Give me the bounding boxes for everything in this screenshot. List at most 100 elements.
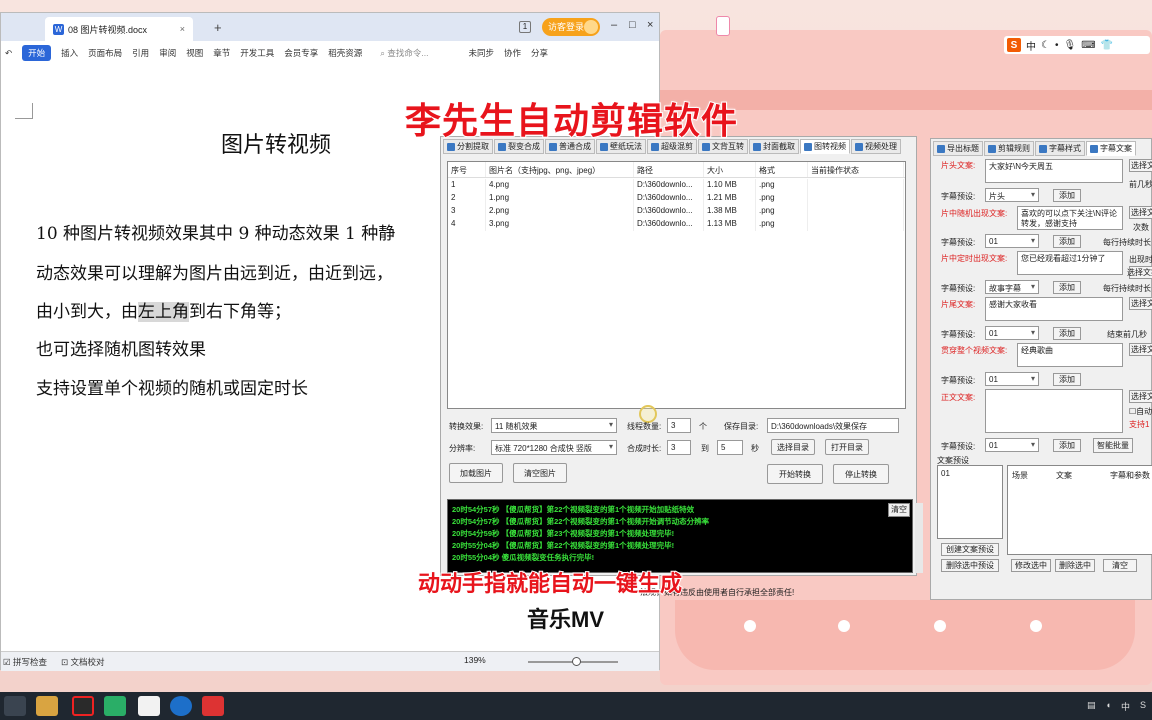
effect-select[interactable]: 11 随机效果	[491, 418, 617, 433]
start-icon[interactable]	[4, 696, 26, 716]
image-table[interactable]: 序号 图片名（支持jpg、png、jpeg） 路径 大小 格式 当前操作状态 1…	[447, 161, 906, 423]
tray-lang[interactable]: 中	[1121, 700, 1130, 713]
choose-text-button[interactable]: 选择文案	[1127, 266, 1152, 279]
preset-grid[interactable]: 场景 文案 字幕和参数	[1007, 465, 1152, 555]
preset-select[interactable]: 故事字幕	[985, 280, 1039, 294]
threads-input[interactable]: 3	[667, 418, 691, 433]
load-images-button[interactable]: 加载图片	[449, 463, 503, 483]
through-text-input[interactable]: 经典歌曲	[1017, 343, 1123, 367]
add-button[interactable]: 添加	[1053, 439, 1081, 452]
ime-toolbar[interactable]: S 中 ☾ • 🎙 ⌨ 👕	[1004, 36, 1150, 54]
tab-cover-capture[interactable]: 封面截取	[749, 139, 799, 154]
add-button[interactable]: 添加	[1053, 281, 1081, 294]
save-dir-input[interactable]: D:\360downloads\效果保存	[767, 418, 899, 433]
clear-button[interactable]: 清空	[1103, 559, 1137, 572]
keyboard-icon[interactable]: ⌨	[1081, 40, 1095, 51]
tab-edit-rules[interactable]: 剪辑规则	[984, 141, 1034, 156]
browser-icon[interactable]	[170, 696, 192, 716]
search-command[interactable]: ⌕ 查找命令...	[380, 47, 428, 59]
preset-select[interactable]: 01	[985, 372, 1039, 386]
mic-icon[interactable]: 🎙	[1063, 40, 1076, 51]
list-item[interactable]: 01	[941, 469, 950, 478]
table-row[interactable]: 2 1.png D:\360downlo... 1.21 MB .png	[448, 192, 905, 205]
wps-icon[interactable]	[202, 696, 224, 716]
menu-docer[interactable]: 稻壳资源	[328, 47, 362, 59]
delete-selected-button[interactable]: 删除选中	[1055, 559, 1095, 572]
col-index[interactable]: 序号	[448, 162, 486, 177]
random-text-input[interactable]: 喜欢的可以点下关注\N评论转发，感谢支持	[1017, 206, 1123, 230]
modify-selected-button[interactable]: 修改选中	[1011, 559, 1051, 572]
new-tab-icon[interactable]: +	[214, 20, 222, 35]
menu-chapter[interactable]: 章节	[213, 47, 230, 59]
choose-text-button[interactable]: 选择文	[1129, 390, 1152, 403]
preset-select[interactable]: 片头	[985, 188, 1039, 202]
col-format[interactable]: 格式	[756, 162, 808, 177]
col-status[interactable]: 当前操作状态	[808, 162, 904, 177]
minimize-icon[interactable]: –	[611, 19, 617, 31]
smart-batch-button[interactable]: 智能批量	[1093, 438, 1133, 453]
delete-preset-button[interactable]: 删除选中预设	[941, 559, 999, 572]
tab-subtitle-style[interactable]: 字幕样式	[1035, 141, 1085, 156]
duration-from-input[interactable]: 3	[667, 440, 691, 455]
col-name[interactable]: 图片名（支持jpg、png、jpeg）	[486, 162, 634, 177]
preset-select[interactable]: 01	[985, 234, 1039, 248]
wechat-icon[interactable]	[104, 696, 126, 716]
login-button[interactable]: 访客登录	[542, 18, 600, 36]
collab-button[interactable]: 协作	[504, 47, 521, 59]
zoom-level[interactable]: 139%	[464, 655, 486, 665]
preset-list[interactable]: 01	[937, 465, 1003, 539]
log-console[interactable]: 20时54分57秒 【傻瓜帮货】第22个视频裂变的第1个视频开始加贴纸特效 20…	[447, 499, 923, 573]
table-row[interactable]: 4 3.png D:\360downlo... 1.13 MB .png	[448, 218, 905, 231]
maximize-icon[interactable]: □	[629, 19, 636, 31]
app-window-icon[interactable]	[138, 696, 160, 716]
table-row[interactable]: 1 4.png D:\360downlo... 1.10 MB .png	[448, 179, 905, 192]
open-dir-button[interactable]: 打开目录	[825, 439, 869, 455]
undo-icon[interactable]: ↶	[5, 48, 12, 59]
skin-icon[interactable]: 👕	[1101, 40, 1113, 51]
menu-start[interactable]: 开始	[22, 45, 52, 61]
menu-member[interactable]: 会员专享	[284, 47, 318, 59]
tab-video-process[interactable]: 视频处理	[851, 139, 901, 154]
log-clear-button[interactable]: 清空	[888, 503, 910, 517]
network-icon[interactable]: ▤	[1087, 700, 1096, 713]
add-button[interactable]: 添加	[1053, 373, 1081, 386]
choose-text-button[interactable]: 选择文	[1129, 297, 1152, 310]
grid-col-params[interactable]: 字幕和参数	[1110, 470, 1150, 481]
choose-text-button[interactable]: 选择文	[1129, 206, 1152, 219]
col-path[interactable]: 路径	[634, 162, 704, 177]
system-tray[interactable]: ▤ ◖ 中 S	[1087, 700, 1146, 713]
grid-col-text[interactable]: 文案	[1056, 470, 1072, 481]
add-button[interactable]: 添加	[1053, 189, 1081, 202]
tab-subtitle-text[interactable]: 字幕文案	[1086, 141, 1136, 156]
close-icon[interactable]: ×	[647, 19, 653, 31]
head-text-input[interactable]: 大家好\N今天周五	[985, 159, 1123, 183]
record-icon[interactable]	[72, 696, 94, 716]
col-size[interactable]: 大小	[704, 162, 756, 177]
start-convert-button[interactable]: 开始转换	[767, 464, 823, 484]
sogou-tray-icon[interactable]: S	[1140, 700, 1146, 713]
tab-export-title[interactable]: 导出标题	[933, 141, 983, 156]
menu-reference[interactable]: 引用	[132, 47, 149, 59]
add-button[interactable]: 添加	[1053, 235, 1081, 248]
wps-document-tab[interactable]: W 08 图片转视频.docx ×	[45, 17, 193, 41]
spell-check[interactable]: ☑ 拼写检查	[3, 656, 47, 668]
resolution-select[interactable]: 标准 720*1280 合成快 竖版	[491, 440, 617, 455]
zoom-slider-handle[interactable]	[572, 657, 581, 666]
menu-layout[interactable]: 页面布局	[88, 47, 122, 59]
menu-review[interactable]: 审阅	[159, 47, 176, 59]
menu-view[interactable]: 视图	[186, 47, 203, 59]
grid-col-scene[interactable]: 场景	[1012, 470, 1028, 481]
close-tab-icon[interactable]: ×	[180, 24, 185, 34]
body-text-input[interactable]	[985, 389, 1123, 433]
moon-icon[interactable]: ☾	[1041, 40, 1050, 51]
auto-checkbox[interactable]: ☐自动	[1129, 406, 1152, 417]
window-count-badge[interactable]: 1	[519, 21, 531, 33]
volume-icon[interactable]: ◖	[1106, 700, 1111, 713]
ime-lang[interactable]: 中	[1026, 38, 1036, 53]
clear-images-button[interactable]: 清空图片	[513, 463, 567, 483]
table-row[interactable]: 3 2.png D:\360downlo... 1.38 MB .png	[448, 205, 905, 218]
log-scrollbar[interactable]	[915, 503, 923, 573]
stop-convert-button[interactable]: 停止转换	[833, 464, 889, 484]
preset-select[interactable]: 01	[985, 438, 1039, 452]
add-button[interactable]: 添加	[1053, 327, 1081, 340]
